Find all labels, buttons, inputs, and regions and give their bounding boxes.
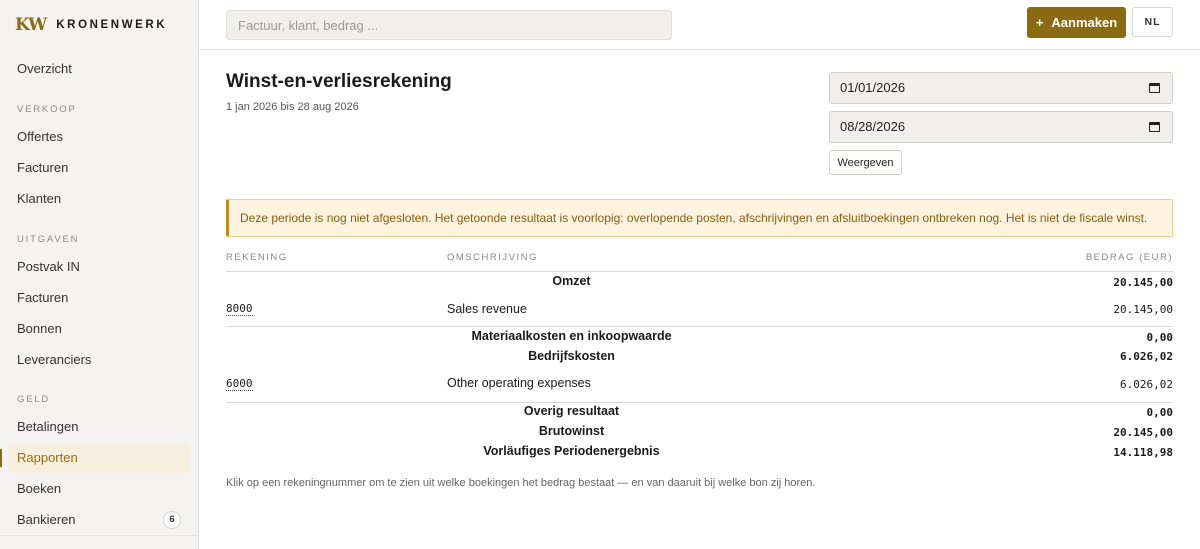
row-description: Other operating expenses: [447, 376, 591, 390]
group-materials-label: Materiaalkosten en inkoopwaarde: [471, 329, 672, 343]
sidebar-item-sales-invoices[interactable]: Facturen: [9, 153, 190, 183]
group-operating-label: Bedrijfskosten: [528, 349, 615, 363]
create-button[interactable]: + Aanmaken: [1027, 7, 1126, 38]
sidebar-item-reports[interactable]: Rapporten: [0, 443, 190, 473]
group-revenue-total: 20.145,00: [1113, 276, 1173, 289]
group-revenue-label: Omzet: [552, 274, 591, 288]
column-header-account: REKENING: [226, 252, 288, 263]
brand-logo: KW: [15, 15, 47, 35]
sidebar-item-overview[interactable]: Overzicht: [9, 54, 190, 84]
group-other-total: 0,00: [1146, 406, 1174, 419]
sidebar-item-banking[interactable]: Bankieren 6: [9, 505, 190, 535]
sidebar-item-quotes[interactable]: Offertes: [9, 122, 190, 152]
create-button-label: Aanmaken: [1051, 15, 1118, 30]
account-number-link[interactable]: 6000: [226, 377, 253, 391]
sidebar-item-banking-label: Bankieren: [17, 512, 76, 527]
sidebar-item-suppliers[interactable]: Leveranciers: [9, 345, 190, 375]
gross-profit-total: 20.145,00: [1113, 426, 1173, 439]
sidebar-item-inbox[interactable]: Postvak IN: [9, 252, 190, 282]
column-header-description: OMSCHRIJVING: [447, 252, 538, 263]
page-title: Winst-en-verliesrekening: [226, 71, 452, 92]
topbar: + Aanmaken NL: [199, 0, 1200, 50]
row-amount: 20.145,00: [1113, 303, 1173, 316]
plus-icon: +: [1035, 15, 1044, 30]
calendar-icon[interactable]: [1149, 83, 1160, 93]
group-other-label: Overig resultaat: [523, 404, 620, 418]
sidebar-item-bookkeeping[interactable]: Boeken: [9, 474, 190, 504]
banking-count-badge: 6: [163, 511, 181, 529]
row-amount: 6.026,02: [1120, 378, 1173, 391]
date-to-value: 08/28/2026: [840, 119, 906, 134]
sidebar-item-receipts[interactable]: Bonnen: [9, 314, 190, 344]
brand-name: KRONENWERK: [56, 19, 168, 31]
show-button[interactable]: Weergeven: [829, 150, 902, 175]
sidebar: KW KRONENWERK Overzicht VERKOOP Offertes…: [0, 0, 199, 549]
sidebar-section-money: GELD: [17, 394, 51, 405]
period-result-total: 14.118,98: [1113, 446, 1173, 459]
column-header-amount: BEDRAG (EUR): [1085, 252, 1173, 263]
account-number-link[interactable]: 8000: [226, 302, 253, 316]
language-button[interactable]: NL: [1132, 7, 1173, 37]
group-operating-total: 6.026,02: [1120, 350, 1173, 363]
report-period: 1 jan 2026 bis 28 aug 2026: [226, 101, 359, 113]
header-divider: [226, 271, 1173, 272]
sidebar-divider: [0, 535, 199, 536]
period-result-label: Vorläufiges Periodenergebnis: [483, 444, 660, 458]
footnote: Klik op een rekeningnummer om te zien ui…: [226, 477, 816, 489]
row-divider: [226, 326, 1173, 327]
search-input[interactable]: [226, 10, 672, 40]
date-to-field[interactable]: 08/28/2026: [829, 111, 1173, 143]
row-description: Sales revenue: [447, 302, 527, 316]
row-divider: [226, 402, 1173, 403]
table-row: [226, 292, 1173, 326]
sidebar-item-payments[interactable]: Betalingen: [9, 412, 190, 442]
group-materials-total: 0,00: [1146, 331, 1174, 344]
sidebar-section-sales: VERKOOP: [17, 104, 77, 115]
provisional-notice: Deze periode is nog niet afgesloten. Het…: [226, 199, 1173, 237]
brand[interactable]: KW KRONENWERK: [15, 15, 167, 35]
sidebar-item-purchase-invoices[interactable]: Facturen: [9, 283, 190, 313]
gross-profit-label: Brutowinst: [538, 424, 605, 438]
calendar-icon[interactable]: [1149, 122, 1160, 132]
date-from-field[interactable]: 01/01/2026: [829, 72, 1173, 104]
sidebar-item-customers[interactable]: Klanten: [9, 184, 190, 214]
sidebar-section-expenses: UITGAVEN: [17, 234, 80, 245]
date-from-value: 01/01/2026: [840, 80, 906, 95]
